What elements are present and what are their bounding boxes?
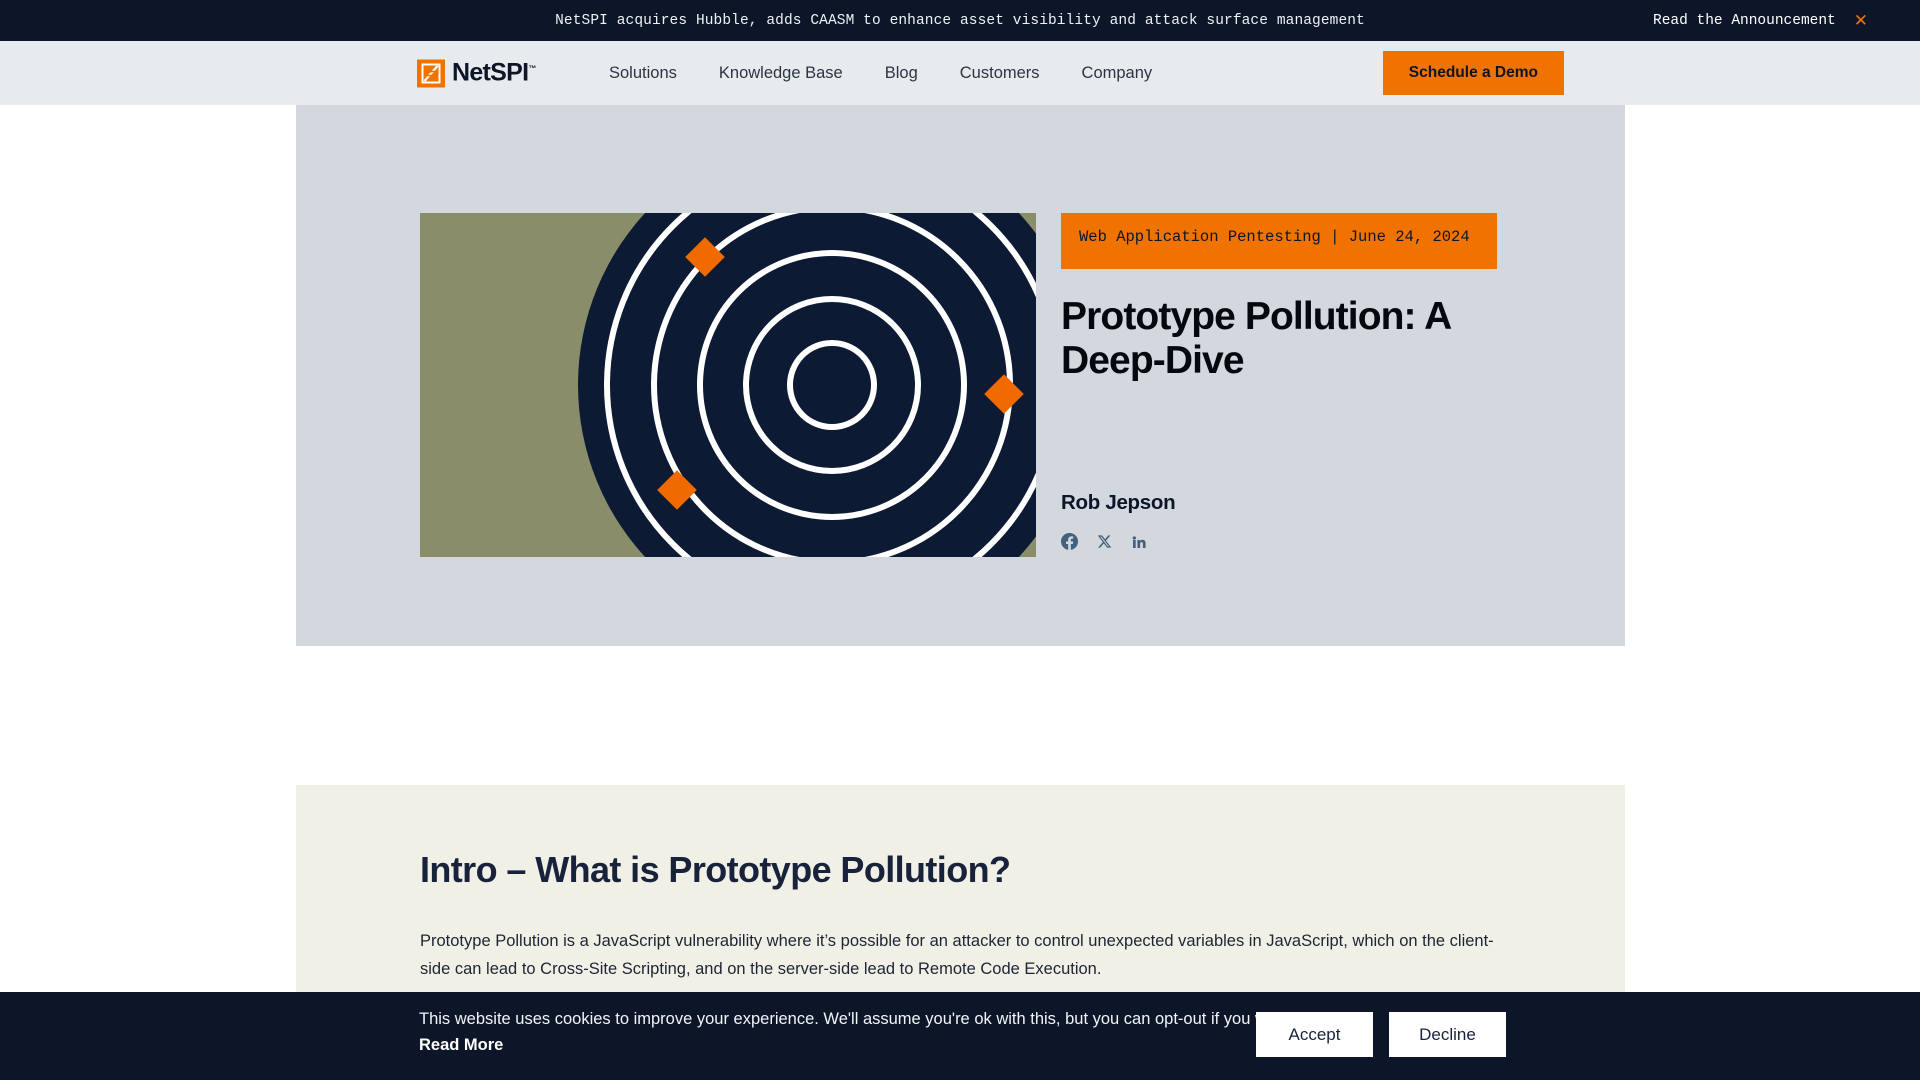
nav-item-blog[interactable]: Blog [864, 64, 939, 83]
nav-item-solutions[interactable]: Solutions [588, 64, 698, 83]
announcement-bar: NetSPI acquires Hubble, adds CAASM to en… [0, 0, 1920, 41]
site-header: NetSPI™ Solutions Knowledge Base Blog Cu… [0, 41, 1920, 105]
section-heading: Intro – What is Prototype Pollution? [420, 849, 1011, 890]
nav-item-customers[interactable]: Customers [939, 64, 1061, 83]
logo-text: NetSPI [452, 58, 529, 87]
trademark-symbol: ™ [528, 64, 536, 74]
decline-cookies-button[interactable]: Decline [1389, 1012, 1506, 1057]
x-twitter-icon[interactable] [1097, 534, 1112, 549]
announcement-actions: Read the Announcement ✕ [1653, 0, 1868, 41]
read-announcement-link[interactable]: Read the Announcement [1653, 13, 1836, 29]
accept-cookies-button[interactable]: Accept [1256, 1012, 1373, 1057]
facebook-icon[interactable] [1061, 533, 1078, 550]
hero-inner: Web Application Pentesting | June 24, 20… [420, 213, 1497, 557]
author-name: Rob Jepson [1061, 491, 1176, 514]
netspi-logo[interactable]: NetSPI™ [417, 59, 536, 88]
social-share-links [1061, 533, 1147, 550]
cookie-read-more-link[interactable]: Read More [419, 1036, 503, 1055]
category-date-badge: Web Application Pentesting | June 24, 20… [1061, 213, 1497, 269]
article-paragraph: Prototype Pollution is a JavaScript vuln… [420, 932, 1494, 979]
concentric-target-illustration [420, 213, 1036, 557]
schedule-demo-button[interactable]: Schedule a Demo [1382, 51, 1564, 95]
cookie-banner-text: This website uses cookies to improve you… [419, 1010, 1293, 1028]
netspi-wordmark: NetSPI™ [452, 59, 536, 88]
page-title: Prototype Pollution: A Deep-Dive [1061, 295, 1451, 383]
linkedin-icon[interactable] [1131, 534, 1147, 550]
announcement-text: NetSPI acquires Hubble, adds CAASM to en… [555, 12, 1365, 29]
cookie-consent-banner: This website uses cookies to improve you… [0, 992, 1920, 1080]
page-canvas: Web Application Pentesting | June 24, 20… [0, 105, 1920, 1080]
close-x-icon[interactable]: ✕ [1854, 12, 1868, 29]
nav-item-knowledge-base[interactable]: Knowledge Base [698, 64, 864, 83]
hero-meta: Web Application Pentesting | June 24, 20… [1061, 213, 1497, 557]
article-hero: Web Application Pentesting | June 24, 20… [296, 105, 1625, 646]
cookie-banner-actions: Accept Decline [1256, 1012, 1506, 1057]
nav-item-company[interactable]: Company [1061, 64, 1174, 83]
main-nav: Solutions Knowledge Base Blog Customers … [588, 41, 1173, 105]
netspi-n-logo-icon [417, 59, 445, 87]
